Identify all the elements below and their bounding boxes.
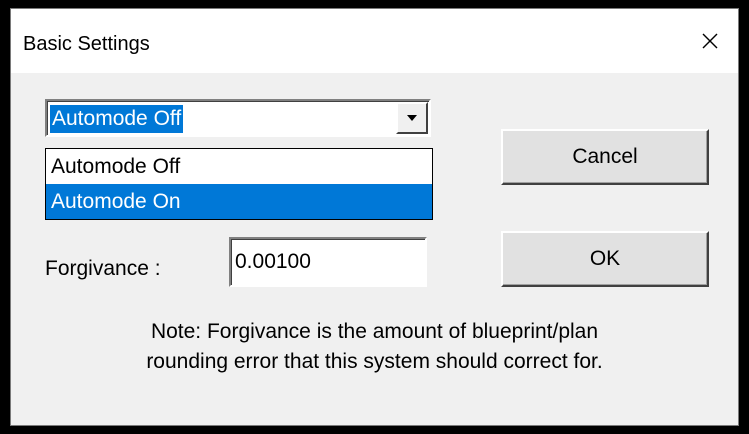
basic-settings-dialog: Basic Settings Automode Off Automode Off… xyxy=(10,8,739,426)
ok-button[interactable]: OK xyxy=(501,231,709,287)
close-button[interactable] xyxy=(682,9,738,73)
title-bar[interactable]: Basic Settings xyxy=(11,9,738,73)
dialog-title: Basic Settings xyxy=(23,33,150,55)
dropdown-option-automode-on[interactable]: Automode On xyxy=(46,184,432,219)
automode-select[interactable]: Automode Off xyxy=(45,99,431,137)
automode-select-toggle[interactable] xyxy=(396,102,428,134)
close-icon xyxy=(702,33,718,49)
forgivance-label: Forgivance : xyxy=(45,257,161,280)
forgivance-note: Note: Forgivance is the amount of bluepr… xyxy=(11,317,738,377)
dropdown-option-automode-off[interactable]: Automode Off xyxy=(46,149,432,184)
note-line-2: rounding error that this system should c… xyxy=(146,350,603,373)
automode-select-value: Automode Off xyxy=(48,104,185,134)
chevron-down-icon xyxy=(407,115,417,121)
automode-dropdown-list: Automode Off Automode On xyxy=(45,148,433,220)
cancel-button[interactable]: Cancel xyxy=(501,129,709,185)
note-line-1: Note: Forgivance is the amount of bluepr… xyxy=(150,320,599,343)
forgivance-input[interactable]: 0.00100 xyxy=(229,237,427,287)
